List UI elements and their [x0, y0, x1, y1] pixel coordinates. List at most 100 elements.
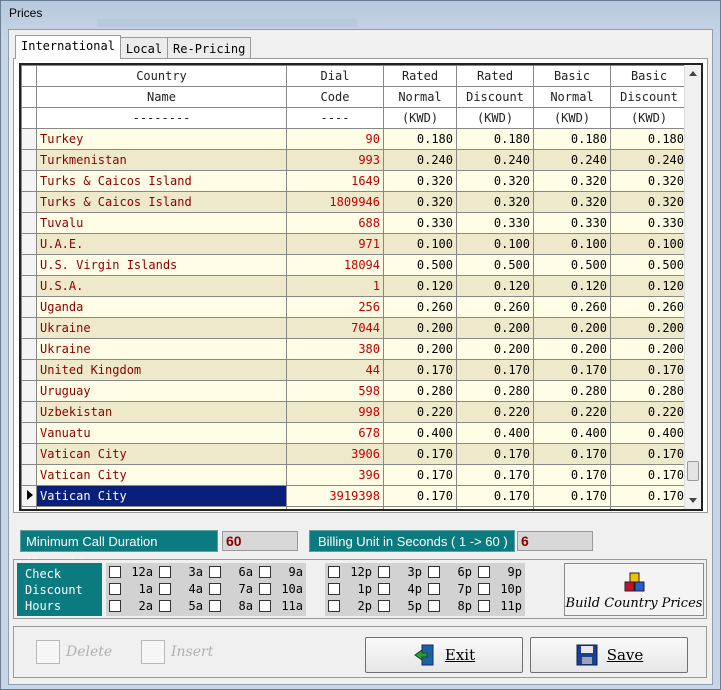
rated-discount-cell[interactable]: 0.170	[456, 485, 534, 507]
country-name-cell[interactable]: U.S.A.	[36, 275, 287, 297]
hour-checkbox[interactable]: 2a	[106, 598, 156, 614]
basic-discount-cell[interactable]: 0.260	[610, 296, 688, 318]
basic-normal-cell[interactable]: 0.170	[533, 359, 611, 381]
rated-discount-cell[interactable]: 0.170	[456, 464, 534, 486]
checkbox-box[interactable]	[259, 566, 271, 578]
basic-discount-cell[interactable]: 0.220	[610, 401, 688, 423]
dial-code-cell[interactable]: 1809946	[286, 191, 384, 213]
hour-checkbox[interactable]: 9a	[256, 564, 306, 580]
rated-normal-cell[interactable]: 0.200	[383, 317, 457, 339]
basic-normal-cell[interactable]: 0.280	[533, 380, 611, 402]
checkbox-box[interactable]	[328, 583, 340, 595]
rated-normal-cell[interactable]: 0.120	[383, 275, 457, 297]
basic-normal-cell[interactable]: 0.320	[533, 170, 611, 192]
checkbox-box[interactable]	[478, 566, 490, 578]
column-header[interactable]: Basic	[533, 65, 611, 87]
country-name-cell[interactable]: U.A.E.	[36, 233, 287, 255]
hour-checkbox[interactable]: 2p	[325, 598, 375, 614]
checkbox-box[interactable]	[209, 566, 221, 578]
column-header[interactable]: Normal	[533, 86, 611, 108]
hour-checkbox[interactable]: 8a	[206, 598, 256, 614]
checkbox-box[interactable]	[328, 600, 340, 612]
dial-code-cell[interactable]: 256	[286, 296, 384, 318]
rated-normal-cell[interactable]: 0.260	[383, 296, 457, 318]
tab-re-pricing[interactable]: Re-Pricing	[167, 37, 252, 59]
rated-discount-cell[interactable]: 0.200	[456, 317, 534, 339]
basic-normal-cell[interactable]: 0.260	[533, 296, 611, 318]
table-row[interactable]: U.A.E. 971 0.100 0.100 0.100 0.100	[21, 233, 688, 255]
table-row[interactable]: Turks & Caicos Island 1809946 0.320 0.320 0.…	[21, 191, 688, 213]
column-header[interactable]: Name	[36, 86, 287, 108]
rated-discount-cell[interactable]: 0.240	[456, 149, 534, 171]
basic-normal-cell[interactable]: 0.240	[533, 149, 611, 171]
basic-normal-cell[interactable]: 0.200	[533, 317, 611, 339]
save-button[interactable]: Save	[530, 637, 688, 673]
rated-discount-cell[interactable]: 0.500	[456, 254, 534, 276]
checkbox-box[interactable]	[109, 583, 121, 595]
checkbox-box[interactable]	[378, 566, 390, 578]
country-name-cell[interactable]: Turkmenistan	[36, 149, 287, 171]
basic-normal-cell[interactable]: 0.400	[533, 422, 611, 444]
tab-local[interactable]: Local	[119, 37, 169, 59]
hour-checkbox[interactable]: 4a	[156, 581, 206, 597]
rated-normal-cell[interactable]: 0.320	[383, 191, 457, 213]
dial-code-cell[interactable]: 3906	[286, 443, 384, 465]
build-country-prices-button[interactable]: Build Country Prices	[564, 563, 704, 616]
column-header[interactable]: (KWD)	[456, 107, 534, 129]
delete-button[interactable]: Delete	[36, 638, 112, 666]
column-header[interactable]: (KWD)	[533, 107, 611, 129]
rated-normal-cell[interactable]: 0.400	[383, 422, 457, 444]
exit-button[interactable]: Exit	[365, 637, 523, 673]
dial-code-cell[interactable]: 380	[286, 338, 384, 360]
hour-checkbox[interactable]: 5a	[156, 598, 206, 614]
basic-normal-cell[interactable]: 0.120	[533, 275, 611, 297]
basic-discount-cell[interactable]: 0.200	[610, 317, 688, 339]
hour-checkbox[interactable]: 11p	[475, 598, 525, 614]
scroll-up-icon[interactable]	[689, 71, 697, 76]
basic-normal-cell[interactable]: 0.330	[533, 212, 611, 234]
dial-code-cell[interactable]: 688	[286, 212, 384, 234]
table-row[interactable]: Ukraine 7044 0.200 0.200 0.200 0.200	[21, 317, 688, 339]
hour-checkbox[interactable]: 9p	[475, 564, 525, 580]
dial-code-cell[interactable]: 90	[286, 128, 384, 150]
rated-discount-cell[interactable]: 0.100	[456, 233, 534, 255]
dial-code-cell[interactable]: 678	[286, 422, 384, 444]
country-name-cell[interactable]: Turks & Caicos Island	[36, 191, 287, 213]
basic-discount-cell[interactable]: 0.120	[610, 275, 688, 297]
table-row[interactable]: U.S. Virgin Islands 18094 0.500 0.500 0.500 0…	[21, 254, 688, 276]
checkbox-box[interactable]	[378, 600, 390, 612]
country-name-cell[interactable]: United Kingdom	[36, 359, 287, 381]
table-row[interactable]: United Kingdom 44 0.170 0.170 0.170 0.170	[21, 359, 688, 381]
dial-code-cell[interactable]: 1	[286, 275, 384, 297]
basic-discount-cell[interactable]: 0.170	[610, 359, 688, 381]
rated-normal-cell[interactable]: 0.280	[383, 380, 457, 402]
checkbox-box[interactable]	[428, 583, 440, 595]
basic-normal-cell[interactable]: 0.060	[533, 506, 611, 509]
rated-normal-cell[interactable]: 0.100	[383, 233, 457, 255]
checkbox-box[interactable]	[428, 566, 440, 578]
basic-discount-cell[interactable]: 0.060	[610, 506, 688, 509]
dial-code-cell[interactable]: 1649	[286, 170, 384, 192]
country-name-cell[interactable]: Ukraine	[36, 317, 287, 339]
hour-checkbox[interactable]: 7p	[425, 581, 475, 597]
grid-vertical-scrollbar[interactable]	[684, 65, 701, 509]
country-name-cell[interactable]: Turks & Caicos Island	[36, 170, 287, 192]
dial-code-cell[interactable]: 18094	[286, 254, 384, 276]
dial-code-cell[interactable]: 44	[286, 359, 384, 381]
country-name-cell[interactable]: Vatican City	[36, 485, 287, 507]
table-row[interactable]: Vatican City 396 0.170 0.170 0.170 0.170	[21, 464, 688, 486]
column-header[interactable]: ----	[286, 107, 384, 129]
table-row[interactable]: Turkey 90 0.180 0.180 0.180 0.180	[21, 128, 688, 150]
scroll-down-icon[interactable]	[689, 498, 697, 503]
row-indicator[interactable]	[21, 422, 37, 444]
dial-code-cell[interactable]: 971	[286, 233, 384, 255]
column-header[interactable]: Rated	[456, 65, 534, 87]
hour-checkbox[interactable]: 10a	[256, 581, 306, 597]
country-name-cell[interactable]: Ukraine	[36, 338, 287, 360]
rated-discount-cell[interactable]: 0.180	[456, 128, 534, 150]
rated-normal-cell[interactable]: 0.200	[383, 338, 457, 360]
rated-discount-cell[interactable]: 0.280	[456, 380, 534, 402]
row-indicator[interactable]	[21, 296, 37, 318]
checkbox-box[interactable]	[159, 600, 171, 612]
rated-discount-cell[interactable]: 0.120	[456, 275, 534, 297]
